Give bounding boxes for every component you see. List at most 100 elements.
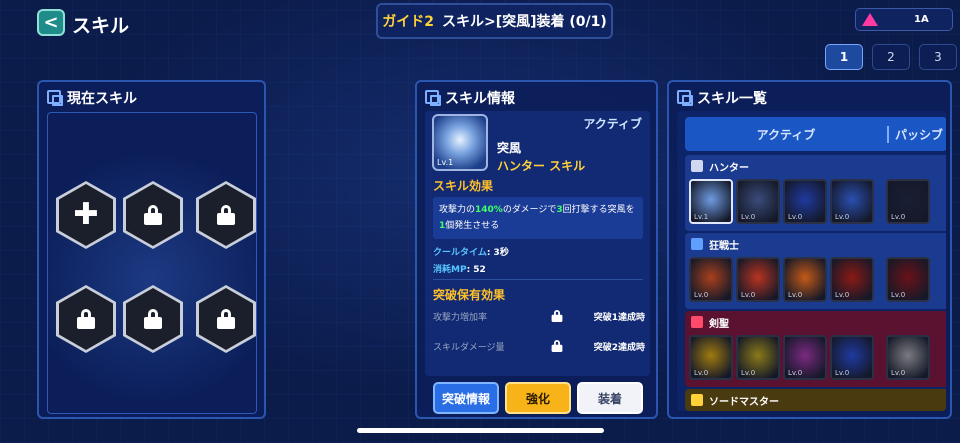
skill-thumb[interactable]: Lv.1: [689, 179, 733, 224]
effect-text: 攻撃力の: [439, 205, 476, 215]
skill-thumb-level: Lv.0: [891, 369, 906, 377]
effect-text: 個発生させる: [445, 221, 500, 231]
plus-icon: ✚: [73, 197, 99, 232]
lock-icon: [217, 309, 235, 329]
skill-thumb[interactable]: Lv.0: [736, 335, 780, 380]
skill-group: ハンター Lv.1 Lv.0 Lv.0 Lv.0 Lv.0: [685, 155, 946, 231]
cooltime-value: : 3秒: [486, 248, 509, 258]
skill-group-header: ソードマスター: [685, 389, 946, 411]
skill-thumb[interactable]: Lv.0: [689, 257, 733, 302]
break-name: スキルダメージ量: [433, 342, 505, 353]
break-name: 攻撃力増加率: [433, 312, 488, 323]
skill-slot-area: ✚: [47, 112, 257, 414]
skill-thumb-level: Lv.0: [694, 369, 709, 377]
skill-group-header: 剣聖: [685, 311, 946, 333]
skill-thumb-level: Lv.1: [694, 213, 709, 221]
skill-thumb-level: Lv.0: [741, 291, 756, 299]
mp-label: 消耗MP: [433, 265, 467, 275]
effect-title: スキル効果: [433, 179, 494, 193]
skill-thumb[interactable]: Lv.0: [830, 257, 874, 302]
gust-skill-icon: Lv.1: [432, 114, 488, 171]
skill-thumb-level: Lv.0: [835, 213, 850, 221]
skill-thumb[interactable]: Lv.0: [736, 179, 780, 224]
skill-group-name: 狂戦士: [709, 240, 739, 252]
skill-thumb-level: Lv.0: [694, 291, 709, 299]
panel-icon: [425, 90, 441, 106]
lock-icon: [144, 309, 162, 329]
locked-skill-slot[interactable]: [196, 181, 256, 249]
chevron-left-icon: <: [43, 12, 59, 33]
back-button[interactable]: <: [37, 9, 65, 36]
class-icon: [691, 394, 703, 406]
skill-thumb-level: Lv.0: [891, 291, 906, 299]
triangle-icon: [862, 13, 878, 26]
cooltime-label: クールタイム: [433, 248, 487, 258]
effect-value: 140%: [475, 205, 503, 215]
locked-skill-slot[interactable]: [123, 285, 183, 353]
skill-group-header: 狂戦士: [685, 233, 946, 255]
resource-badge[interactable]: 1A: [855, 8, 953, 31]
lock-icon: [533, 336, 581, 356]
divider: [433, 279, 643, 280]
skill-thumb-level: Lv.0: [788, 369, 803, 377]
skill-list-content[interactable]: アクティブ パッシブ ハンター Lv.1 Lv.0 Lv.0 Lv.0 Lv.0 狂戦士 Lv…: [677, 111, 946, 411]
skill-thumb[interactable]: Lv.0: [830, 179, 874, 224]
effect-description: 攻撃力の140%のダメージで3回打撃する突風を1個発生させる: [433, 197, 643, 239]
locked-skill-slot[interactable]: [56, 285, 116, 353]
skill-group-name: ソードマスター: [709, 396, 779, 408]
skill-thumb-row: Lv.0 Lv.0 Lv.0 Lv.0 Lv.0: [685, 335, 946, 380]
skill-thumb[interactable]: Lv.0: [886, 179, 930, 224]
panel-icon: [677, 90, 693, 106]
page-tabs: 1 2 3: [825, 44, 957, 70]
lock-icon: [533, 306, 581, 326]
skill-group: 剣聖 Lv.0 Lv.0 Lv.0 Lv.0 Lv.0: [685, 311, 946, 387]
skill-thumb[interactable]: Lv.0: [830, 335, 874, 380]
skill-type: ハンター スキル: [497, 159, 586, 173]
lock-icon: [144, 205, 162, 225]
locked-skill-slot[interactable]: [123, 181, 183, 249]
skill-thumb[interactable]: Lv.0: [886, 257, 930, 302]
page-tab-1[interactable]: 1: [825, 44, 863, 70]
skill-thumb-level: Lv.0: [788, 291, 803, 299]
skill-thumb-level: Lv.0: [788, 213, 803, 221]
page-tab-3[interactable]: 3: [919, 44, 957, 70]
panel-icon: [47, 90, 63, 106]
skill-thumb[interactable]: Lv.0: [783, 257, 827, 302]
skill-thumb[interactable]: Lv.0: [689, 335, 733, 380]
guide-banner[interactable]: ガイド2 スキル>[突風]装着 (0/1): [376, 3, 613, 39]
skill-thumb-level: Lv.0: [741, 213, 756, 221]
skill-kind: アクティブ: [583, 117, 642, 131]
locked-skill-slot[interactable]: [196, 285, 256, 353]
cooltime: クールタイム: 3秒: [433, 245, 509, 258]
class-icon: [691, 316, 703, 328]
mp-value: : 52: [466, 265, 486, 275]
equip-button[interactable]: 装着: [577, 382, 643, 414]
skill-thumb[interactable]: Lv.0: [736, 257, 780, 302]
class-icon: [691, 160, 703, 172]
class-icon: [691, 238, 703, 250]
tab-active[interactable]: アクティブ: [685, 125, 889, 143]
upgrade-button[interactable]: 強化: [505, 382, 571, 414]
skill-group: ソードマスター: [685, 389, 946, 411]
page-tab-2[interactable]: 2: [872, 44, 910, 70]
skill-list-title: スキル一覧: [697, 91, 767, 107]
skill-info-content[interactable]: Lv.1 アクティブ 突風 ハンター スキル スキル効果 攻撃力の140%のダメ…: [425, 111, 650, 376]
skill-thumb-level: Lv.0: [835, 369, 850, 377]
mp-cost: 消耗MP: 52: [433, 262, 486, 275]
break-condition: 突破2達成時: [593, 342, 645, 353]
skill-thumb[interactable]: Lv.0: [783, 179, 827, 224]
break-info-button[interactable]: 突破情報: [433, 382, 499, 414]
skill-group-name: 剣聖: [709, 318, 729, 330]
skill-thumb-level: Lv.0: [741, 369, 756, 377]
page-title: スキル: [72, 15, 130, 37]
lock-icon: [77, 309, 95, 329]
skill-thumb[interactable]: Lv.0: [783, 335, 827, 380]
tab-passive[interactable]: パッシブ: [889, 126, 943, 143]
add-skill-slot[interactable]: ✚: [56, 181, 116, 249]
guide-text: スキル>[突風]装着 (0/1): [441, 14, 607, 30]
skill-thumb[interactable]: Lv.0: [886, 335, 930, 380]
skill-thumb-row: Lv.0 Lv.0 Lv.0 Lv.0 Lv.0: [685, 257, 946, 302]
skill-group-header: ハンター: [685, 155, 946, 177]
current-skills-title: 現在スキル: [67, 91, 137, 107]
skill-info-title: スキル情報: [445, 91, 515, 107]
